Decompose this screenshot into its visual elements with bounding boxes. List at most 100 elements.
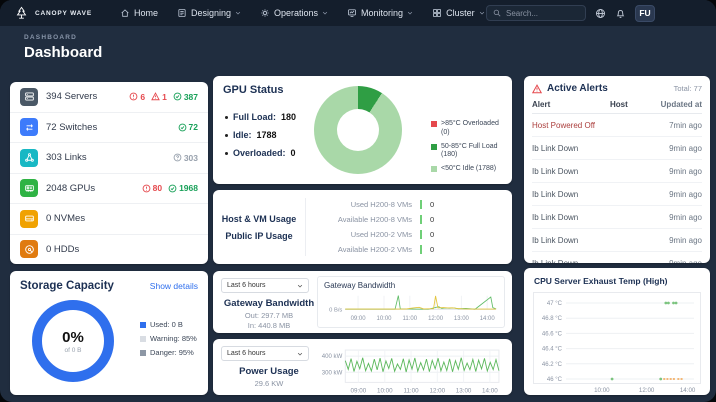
alert-time: 7min ago [669,120,702,130]
page-title: Dashboard [24,44,103,61]
gateway-in: In: 440.8 MB [247,321,291,331]
show-details-link[interactable]: Show details [150,281,198,291]
check-circle-icon [168,184,177,193]
alert-row[interactable]: Ib Link Down 9min ago [532,252,702,264]
legend-item: <50°C Idle (1788) [431,165,509,174]
gpu-status-card: GPU Status Full Load: 180 Idle: 1788 Overloa… [213,76,512,184]
bell-icon[interactable] [615,8,626,19]
power-range-select[interactable]: Last 6 hours [221,346,309,361]
hdd-icon [20,240,38,259]
legend-label: Danger: 95% [150,348,194,357]
stat-row[interactable]: 72 Switches 72 [10,113,208,143]
svg-text:47 °C: 47 °C [547,301,563,307]
power-line-chart: 09:00 10:00 11:00 12:00 13:00 14:00 400 kW 300 … [322,349,500,395]
globe-icon[interactable] [595,8,606,19]
svg-text:10:00: 10:00 [594,387,610,394]
gateway-range-label: Last 6 hours [227,282,266,289]
question-circle-icon [173,153,182,162]
gateway-out: Out: 297.7 MB [244,311,294,320]
alert-row[interactable]: Host Powered Off 7min ago [532,114,702,137]
svg-text:11:00: 11:00 [403,388,419,395]
usage-label: Available H200-2 VMs [337,245,412,254]
usage-bar [420,230,422,239]
legend-swatch [140,335,146,342]
svg-text:13:00: 13:00 [456,388,472,395]
alert-row[interactable]: Ib Link Down 9min ago [532,229,702,252]
usage-row: Available H200-8 VMs 0 [306,215,500,224]
gpu-icon [20,179,38,198]
stat-label: 0 NVMes [46,213,86,225]
inventory-stats-card: 394 Servers 6 1 387 72 Switches 72 303 Links 30… [10,82,208,264]
user-avatar[interactable]: FU [635,4,655,22]
usage-bar [420,200,422,209]
usage-row: Used H200-2 VMs 0 [306,230,500,239]
power-value: 29.6 KW [254,379,284,388]
alert-row[interactable]: Ib Link Down 9min ago [532,206,702,229]
nav-item-cluster[interactable]: Cluster [432,8,485,18]
badge-value: 72 [188,122,198,133]
svg-text:14:00: 14:00 [482,388,498,395]
stat-row[interactable]: 303 Links 303 [10,143,208,174]
svg-text:14:00: 14:00 [680,387,696,394]
alert-name: Ib Link Down [532,212,579,222]
chevron-down-icon [407,10,413,16]
svg-text:12:00: 12:00 [430,388,446,395]
nav-item-monitoring[interactable]: Monitoring [347,8,413,18]
status-badge-error: 80 [142,183,162,193]
svg-text:10:00: 10:00 [377,316,393,322]
legend-label: Used: 0 B [150,320,183,329]
nav-item-operations[interactable]: Operations [260,8,328,18]
stat-badges: 6 1 387 [129,92,198,102]
badge-value: 387 [183,91,198,102]
alert-name: Ib Link Down [532,235,579,245]
svg-text:09:00: 09:00 [351,388,367,395]
nav-item-home[interactable]: Home [120,8,158,18]
alert-time: 9min ago [669,258,702,264]
storage-donut-chart: 0% of 0 B [32,300,114,382]
search-input[interactable] [506,8,579,18]
stat-row[interactable]: 0 NVMes [10,204,208,235]
legend-swatch [431,121,437,127]
gpu-legend: >85°C Overloaded (0) 50-85°C Full Load (1… [431,120,509,179]
nav-item-label: Cluster [446,8,475,18]
usage-value: 0 [430,215,435,224]
check-circle-icon [173,92,182,101]
status-badge-unknown: 303 [173,153,198,163]
nav-item-label: Monitoring [361,8,404,18]
stat-badges: 72 [178,122,198,132]
stat-row[interactable]: 394 Servers 6 1 387 [10,82,208,113]
alert-time: 9min ago [669,212,702,222]
usage-label: Used H200-2 VMs [350,230,412,239]
legend-label: Warning: 85% [150,334,197,343]
stat-row[interactable]: 2048 GPUs 80 1968 [10,174,208,204]
stat-label: 2048 GPUs [46,182,96,194]
brand[interactable]: CANOPY WAVE [14,6,92,21]
search-icon [493,9,501,17]
usage-value: 0 [430,245,435,254]
legend-item: Danger: 95% [140,348,197,357]
alerts-table-header: Alert Host Updated at [532,94,702,114]
svg-text:0 B/s: 0 B/s [329,307,342,313]
warning-triangle-icon [151,92,160,101]
svg-text:12:00: 12:00 [639,387,655,394]
gateway-range-select[interactable]: Last 6 hours [221,278,309,293]
badge-value: 1 [162,91,167,102]
switch-icon [20,118,38,137]
alert-row[interactable]: Ib Link Down 9min ago [532,137,702,160]
alert-row[interactable]: Ib Link Down 9min ago [532,183,702,206]
page-header: DASHBOARD Dashboard [24,34,102,61]
status-badge-ok: 72 [178,122,198,132]
alert-row[interactable]: Ib Link Down 9min ago [532,160,702,183]
gateway-chart-title: Gateway Bandwidth [324,281,396,290]
cluster-icon [432,8,442,18]
search-box[interactable] [486,5,586,21]
alert-name: Host Powered Off [532,120,595,130]
stat-label: 303 Links [46,152,87,164]
alerts-table-body: Host Powered Off 7min ago Ib Link Down 9min… [532,114,702,263]
legend-item: Warning: 85% [140,334,197,343]
nav-item-label: Home [133,8,158,18]
storage-legend: Used: 0 B Warning: 85% Danger: 95% [140,320,197,362]
nav-menu: Home Designing Operations Monitoring Cluster [120,8,485,18]
stat-row[interactable]: 0 HDDs [10,235,208,265]
nav-item-designing[interactable]: Designing [177,8,241,18]
